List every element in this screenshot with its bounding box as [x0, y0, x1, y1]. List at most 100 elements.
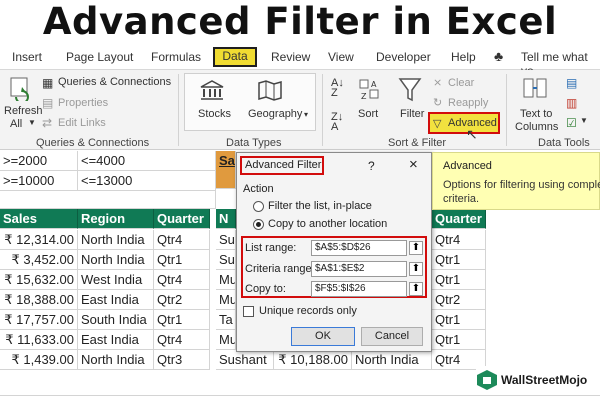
- table-cell[interactable]: ₹ 3,452.00: [0, 250, 78, 270]
- gallery-more-icon[interactable]: ▾: [304, 110, 308, 119]
- tab-insert[interactable]: Insert: [12, 50, 42, 64]
- table-cell[interactable]: Qtr4: [154, 270, 210, 290]
- table-cell[interactable]: Mu: [216, 270, 236, 290]
- text-to-label[interactable]: Text to: [520, 108, 552, 120]
- table-cell[interactable]: West India: [78, 270, 154, 290]
- chevron-down-icon[interactable]: ▼: [28, 118, 36, 127]
- table-cell[interactable]: Mu: [216, 330, 236, 350]
- tab-developer[interactable]: Developer: [376, 50, 431, 64]
- column-header-name: N: [216, 209, 236, 229]
- empty-row[interactable]: [0, 191, 216, 209]
- queries-icon: ▦: [42, 76, 54, 90]
- edit-links-button[interactable]: Edit Links: [58, 117, 106, 129]
- unique-records-label[interactable]: Unique records only: [259, 305, 357, 317]
- ribbon-separator: [322, 74, 323, 146]
- table-cell[interactable]: Qtr1: [432, 250, 486, 270]
- tab-review[interactable]: Review: [271, 50, 310, 64]
- table-cell[interactable]: Qtr1: [154, 310, 210, 330]
- copy-to-location-radio[interactable]: [253, 219, 264, 230]
- tab-help[interactable]: Help: [451, 50, 476, 64]
- clear-button[interactable]: Clear: [448, 77, 474, 89]
- table-cell[interactable]: ₹ 12,314.00: [0, 230, 78, 250]
- queries-connections-button[interactable]: Queries & Connections: [58, 76, 171, 88]
- tab-view[interactable]: View: [328, 50, 354, 64]
- refresh-all-label[interactable]: All: [10, 118, 22, 130]
- criteria-cell[interactable]: <=13000: [78, 171, 216, 191]
- criteria-cell[interactable]: >=10000: [0, 171, 78, 191]
- table-cell[interactable]: ₹ 17,757.00: [0, 310, 78, 330]
- table-cell[interactable]: ₹ 18,388.00: [0, 290, 78, 310]
- criteria-cell[interactable]: >=2000: [0, 151, 78, 171]
- table-cell[interactable]: ₹ 10,188.00: [274, 350, 352, 370]
- table-cell[interactable]: Qtr1: [432, 270, 486, 290]
- tab-data[interactable]: Data: [213, 47, 257, 67]
- close-button[interactable]: ×: [409, 156, 418, 173]
- list-range-input[interactable]: $A$5:$D$26: [311, 240, 407, 256]
- geography-label[interactable]: Geography: [248, 108, 302, 120]
- table-cell[interactable]: Su: [216, 230, 236, 250]
- properties-button[interactable]: Properties: [58, 97, 108, 109]
- table-cell[interactable]: North India: [78, 250, 154, 270]
- ribbon-tab-bar: Insert Page Layout Formulas Data Review …: [0, 44, 600, 78]
- remove-duplicates-icon[interactable]: ▥: [566, 96, 577, 110]
- copy-to-input[interactable]: $F$5:$I$26: [311, 281, 407, 297]
- table-cell[interactable]: ₹ 15,632.00: [0, 270, 78, 290]
- table-cell[interactable]: Qtr1: [432, 330, 486, 350]
- table-cell[interactable]: Qtr1: [154, 250, 210, 270]
- refresh-label[interactable]: Refresh: [4, 105, 43, 117]
- copy-to-location-label[interactable]: Copy to another location: [268, 218, 387, 230]
- table-cell[interactable]: Ta: [216, 310, 236, 330]
- filter-label[interactable]: Filter: [400, 108, 424, 120]
- table-cell[interactable]: North India: [78, 230, 154, 250]
- edit-links-icon: ⇄: [42, 116, 53, 130]
- table-cell[interactable]: Qtr4: [154, 230, 210, 250]
- table-cell[interactable]: Qtr3: [154, 350, 210, 370]
- table-cell[interactable]: Qtr2: [154, 290, 210, 310]
- table-cell[interactable]: Mu: [216, 290, 236, 310]
- table-cell[interactable]: East India: [78, 330, 154, 350]
- sort-za-icon[interactable]: Z↓ A: [331, 112, 343, 133]
- data-validation-icon[interactable]: ☑: [566, 116, 577, 130]
- refresh-icon[interactable]: [8, 75, 34, 104]
- collapse-dialog-icon[interactable]: ⬆: [409, 241, 423, 255]
- tab-formulas[interactable]: Formulas: [151, 50, 201, 64]
- table-cell[interactable]: Qtr2: [432, 290, 486, 310]
- text-to-columns-icon[interactable]: [522, 76, 548, 102]
- tooltip-body: Options for filtering using complex: [443, 179, 600, 191]
- table-cell[interactable]: Qtr4: [432, 230, 486, 250]
- table-cell[interactable]: Qtr1: [432, 310, 486, 330]
- table-cell[interactable]: ₹ 1,439.00: [0, 350, 78, 370]
- filter-funnel-icon[interactable]: [398, 76, 422, 104]
- criteria-cell[interactable]: <=4000: [78, 151, 216, 171]
- sort-label[interactable]: Sort: [358, 108, 378, 120]
- table-cell[interactable]: Sushant: [216, 350, 274, 370]
- partial-header-cell[interactable]: Sa: [216, 151, 236, 189]
- table-cell[interactable]: Su: [216, 250, 236, 270]
- brand-name: WallStreetMojo: [501, 373, 588, 387]
- properties-icon: ▤: [42, 96, 54, 110]
- table-cell[interactable]: ₹ 11,633.00: [0, 330, 78, 350]
- columns-label[interactable]: Columns: [515, 121, 558, 133]
- tab-page-layout[interactable]: Page Layout: [66, 50, 133, 64]
- ok-button[interactable]: OK: [291, 327, 355, 346]
- stocks-label[interactable]: Stocks: [198, 108, 231, 120]
- reapply-button[interactable]: Reapply: [448, 97, 488, 109]
- table-cell[interactable]: Qtr4: [154, 330, 210, 350]
- sort-icon[interactable]: ZA: [358, 78, 380, 104]
- unique-records-checkbox[interactable]: [243, 306, 254, 317]
- collapse-dialog-icon[interactable]: ⬆: [409, 262, 423, 276]
- filter-in-place-radio[interactable]: [253, 201, 264, 212]
- chevron-down-icon[interactable]: ▼: [580, 116, 588, 125]
- help-button[interactable]: ?: [368, 159, 375, 173]
- filter-in-place-label[interactable]: Filter the list, in-place: [268, 200, 372, 212]
- flash-fill-icon[interactable]: ▤: [566, 76, 577, 90]
- table-cell[interactable]: North India: [352, 350, 432, 370]
- table-cell[interactable]: South India: [78, 310, 154, 330]
- collapse-dialog-icon[interactable]: ⬆: [409, 282, 423, 296]
- dialog-title: Advanced Filter: [245, 159, 322, 171]
- cancel-button[interactable]: Cancel: [361, 327, 423, 346]
- table-cell[interactable]: East India: [78, 290, 154, 310]
- sort-az-icon[interactable]: A↓ Z: [331, 78, 344, 99]
- table-cell[interactable]: North India: [78, 350, 154, 370]
- criteria-range-input[interactable]: $A$1:$E$2: [311, 261, 407, 277]
